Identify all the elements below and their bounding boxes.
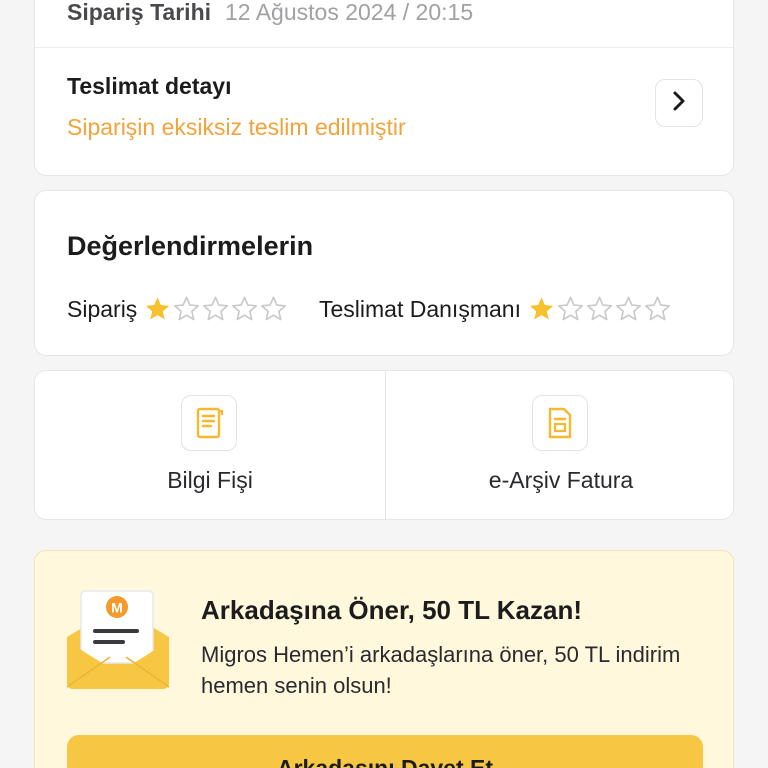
documents-card: Bilgi Fişi e-Arşiv Fatura bbox=[34, 370, 734, 520]
star-filled-icon[interactable] bbox=[143, 295, 172, 323]
ratings-title: Değerlendirmelerin bbox=[67, 231, 314, 261]
invite-friend-button-label: Arkadaşını Davet Et bbox=[276, 755, 494, 768]
delivery-status-text: Siparişin eksiksiz teslim edilmiştir bbox=[67, 114, 406, 140]
invoice-label: e-Arşiv Fatura bbox=[488, 467, 634, 493]
order-date-label: Sipariş Tarihi bbox=[67, 0, 212, 25]
referral-title: Arkadaşına Öner, 50 TL Kazan! bbox=[201, 595, 582, 625]
envelope-icon: M bbox=[65, 587, 171, 693]
referral-card: M Arkadaşına Öner, 50 TL Kazan! Migros H… bbox=[34, 550, 734, 768]
order-rating-stars[interactable] bbox=[143, 295, 288, 323]
receipt-label: Bilgi Fişi bbox=[167, 467, 253, 493]
star-empty-icon[interactable] bbox=[643, 295, 672, 323]
delivery-detail-title: Teslimat detayı bbox=[67, 73, 232, 99]
delivery-detail-button[interactable] bbox=[655, 79, 703, 127]
star-empty-icon[interactable] bbox=[259, 295, 288, 323]
star-empty-icon[interactable] bbox=[172, 295, 201, 323]
order-summary-card: Sipariş Tarihi 12 Ağustos 2024 / 20:15 T… bbox=[34, 0, 734, 176]
star-empty-icon[interactable] bbox=[201, 295, 230, 323]
star-empty-icon[interactable] bbox=[556, 295, 585, 323]
receipt-icon bbox=[181, 395, 237, 451]
migros-badge-letter: M bbox=[111, 600, 123, 616]
star-empty-icon[interactable] bbox=[230, 295, 259, 323]
star-filled-icon[interactable] bbox=[527, 295, 556, 323]
advisor-rating-stars[interactable] bbox=[527, 295, 672, 323]
divider bbox=[35, 47, 733, 48]
referral-description: Migros Hemen’i arkadaşlarına öner, 50 TL… bbox=[201, 642, 681, 698]
order-date-row: Sipariş Tarihi 12 Ağustos 2024 / 20:15 bbox=[67, 0, 473, 26]
invoice-icon bbox=[532, 395, 588, 451]
advisor-rating: Teslimat Danışmanı bbox=[319, 295, 672, 323]
invite-friend-button[interactable]: Arkadaşını Davet Et bbox=[67, 735, 703, 768]
chevron-right-icon bbox=[672, 90, 686, 117]
invoice-button[interactable]: e-Arşiv Fatura bbox=[386, 371, 736, 521]
order-rating: Sipariş bbox=[67, 295, 288, 323]
order-rating-label: Sipariş bbox=[67, 295, 138, 322]
order-date-value: 12 Ağustos 2024 / 20:15 bbox=[225, 0, 474, 25]
star-empty-icon[interactable] bbox=[614, 295, 643, 323]
advisor-rating-label: Teslimat Danışmanı bbox=[319, 295, 521, 322]
ratings-card: Değerlendirmelerin Sipariş Teslimat Danı… bbox=[34, 190, 734, 356]
star-empty-icon[interactable] bbox=[585, 295, 614, 323]
receipt-button[interactable]: Bilgi Fişi bbox=[35, 371, 385, 521]
